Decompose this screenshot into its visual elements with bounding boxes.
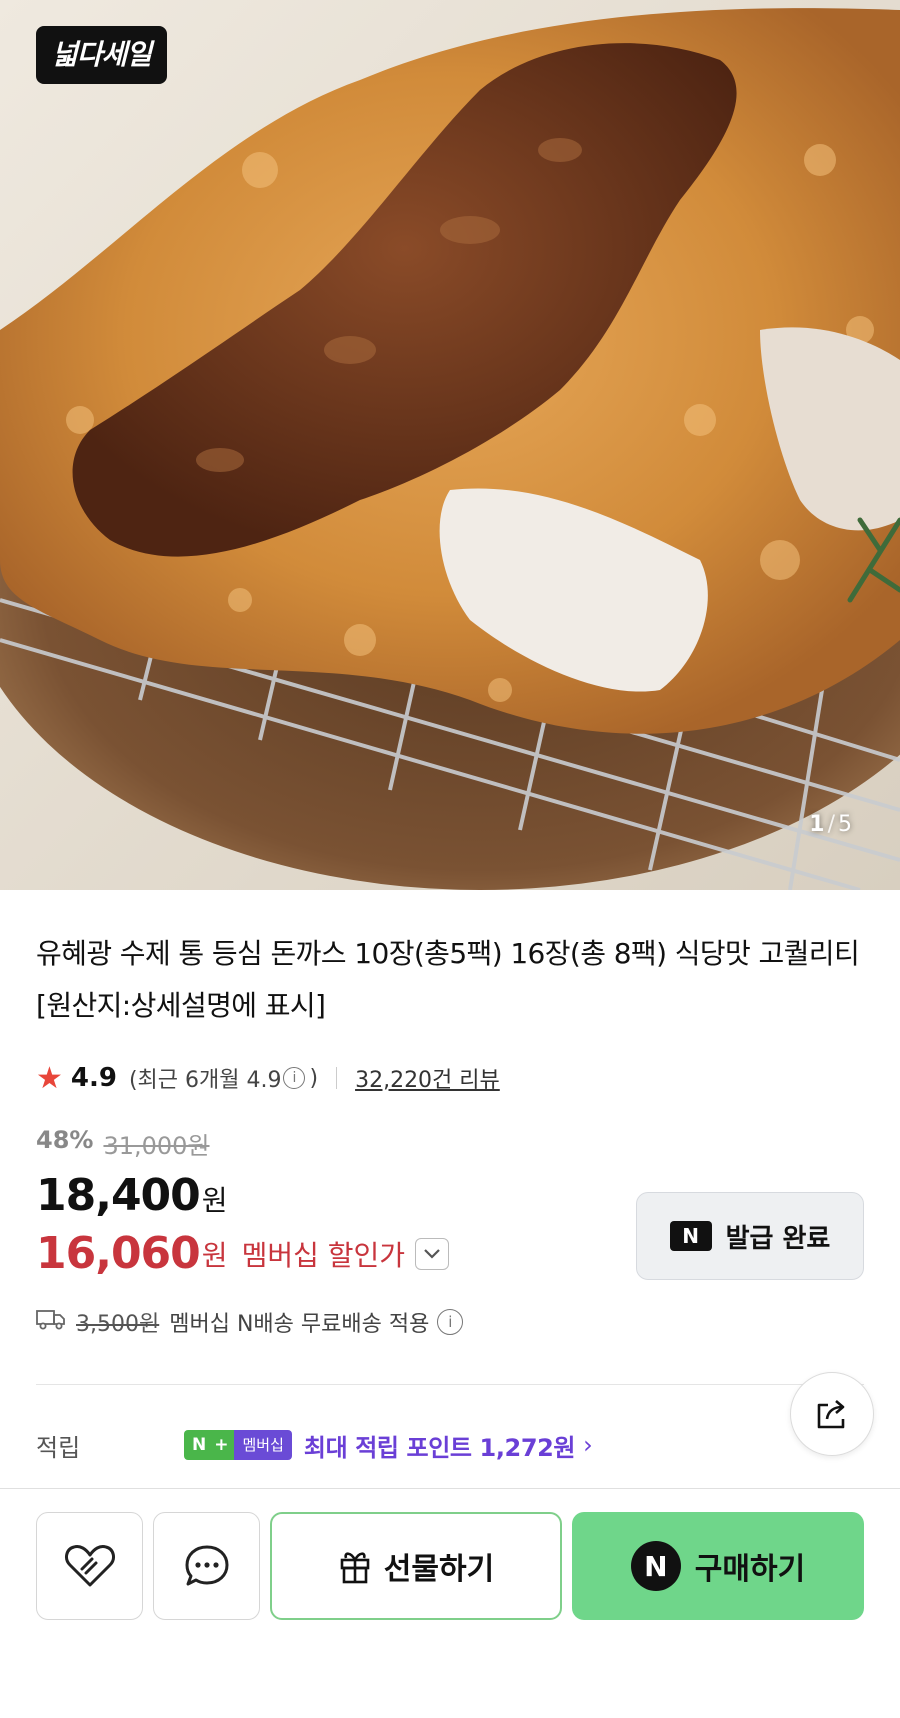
rating-row: ★ 4.9 (최근 6개월 4.9 i ) 32,220건 리뷰 (36, 1058, 500, 1098)
sale-price-value: 18,400 (36, 1170, 201, 1221)
buy-button[interactable]: N 구매하기 (572, 1512, 864, 1620)
badge-plus: + (214, 1430, 235, 1460)
share-icon (817, 1400, 845, 1429)
image-counter-current: 1 (809, 812, 825, 837)
image-counter: 1/5 (809, 812, 852, 837)
n-plus-membership-badge: N + 멤버십 (184, 1430, 292, 1460)
member-price-row: 16,060 원 멤버십 할인가 (36, 1228, 450, 1279)
recent-rating-text: (최근 6개월 4.9 (128, 1068, 282, 1093)
gift-button-label: 선물하기 (383, 1552, 495, 1587)
product-image-carousel[interactable]: 넓다세일 1/5 (0, 0, 900, 890)
shipping-row: 3,500원 멤버십 N배송 무료배송 적용 i (36, 1306, 464, 1338)
original-shipping-fee: 3,500원 (76, 1312, 160, 1337)
badge-n: N (184, 1430, 215, 1460)
discount-row: 48% 31,000원 (36, 1126, 210, 1161)
naver-n-icon: N (669, 1221, 712, 1251)
max-points-text: 최대 적립 포인트 1,272원 (303, 1433, 576, 1462)
info-icon[interactable]: i (437, 1309, 464, 1335)
truck-icon (36, 1308, 66, 1336)
member-price-value: 16,060 (36, 1228, 201, 1279)
sale-event-badge: 넓다세일 (36, 26, 168, 84)
member-price-label: 멤버십 할인가 (241, 1238, 406, 1272)
rating-score: 4.9 (70, 1063, 117, 1093)
product-photo (0, 0, 900, 890)
image-counter-total: 5 (838, 812, 852, 837)
buy-button-label: 구매하기 (694, 1552, 806, 1587)
bottom-bar-divider (0, 1488, 900, 1489)
recent-rating-close: ) (309, 1065, 319, 1091)
coupon-issued-button[interactable]: N 발급 완료 (636, 1192, 864, 1280)
chat-button[interactable] (153, 1512, 260, 1620)
image-counter-separator: / (827, 812, 835, 837)
divider (336, 1067, 338, 1089)
member-price-unit: 원 (201, 1238, 228, 1272)
gift-icon (340, 1552, 370, 1584)
chat-icon (185, 1545, 228, 1586)
gift-button[interactable]: 선물하기 (270, 1512, 562, 1620)
star-icon: ★ (36, 1060, 63, 1096)
sale-price-unit: 원 (201, 1184, 228, 1217)
coupon-issued-label: 발급 완료 (725, 1223, 831, 1254)
info-icon[interactable]: i (283, 1067, 306, 1089)
shipping-text: 멤버십 N배송 무료배송 적용 (169, 1312, 430, 1337)
divider (36, 1384, 864, 1385)
bottom-action-bar: 선물하기 N 구매하기 (36, 1512, 864, 1620)
chevron-right-icon: › (583, 1431, 593, 1459)
naver-pay-icon: N (630, 1541, 681, 1591)
share-button[interactable] (790, 1372, 874, 1456)
chevron-down-icon[interactable] (415, 1237, 450, 1270)
original-price: 31,000원 (103, 1132, 210, 1160)
points-label: 적립 (36, 1433, 81, 1462)
review-count-link[interactable]: 32,220건 리뷰 (355, 1062, 500, 1094)
badge-membership: 멤버십 (234, 1430, 292, 1460)
sale-price: 18,400원 (36, 1170, 228, 1221)
wishlist-button[interactable] (36, 1512, 143, 1620)
points-row[interactable]: 적립 N + 멤버십 최대 적립 포인트 1,272원 › (36, 1420, 593, 1470)
heart-icon (64, 1545, 115, 1587)
product-title: 유혜광 수제 통 등심 돈까스 10장(총5팩) 16장(총 8팩) 식당맛 고… (36, 937, 860, 1022)
discount-percent: 48% (36, 1126, 94, 1154)
